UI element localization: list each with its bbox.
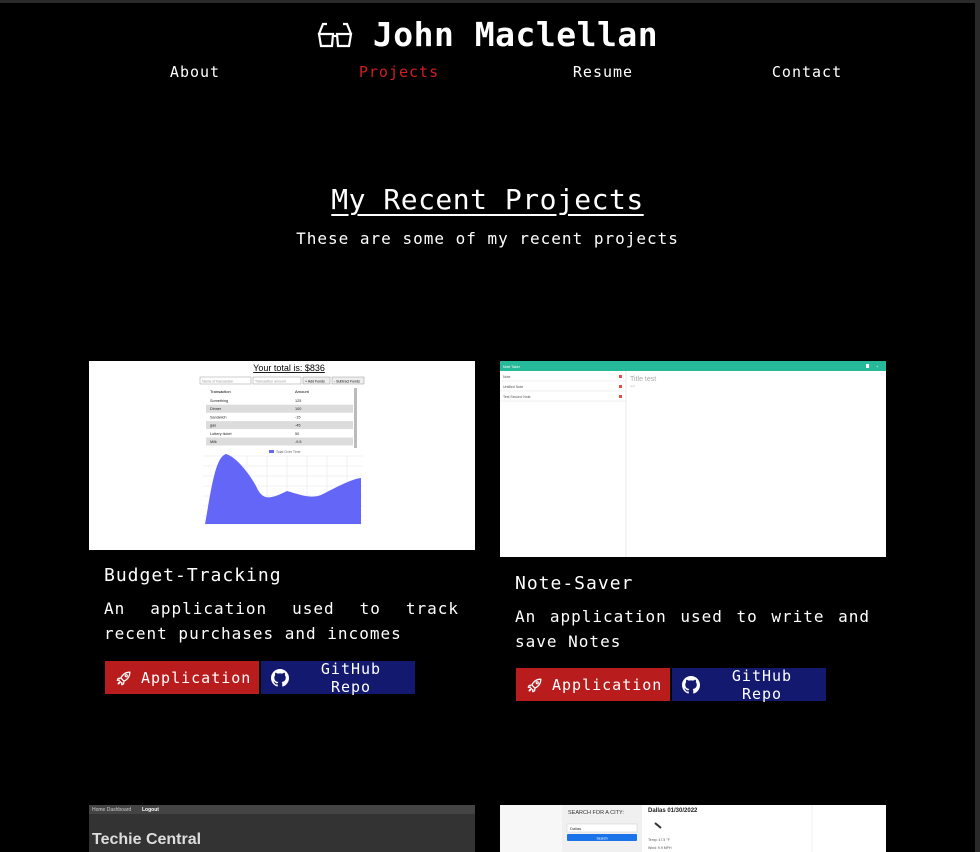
- weather-search-heading: SEARCH FOR A CITY:: [568, 810, 624, 816]
- note-text: text: [630, 384, 635, 388]
- note-list-item: Test Second Note: [503, 395, 531, 399]
- budget-table-header-amount: Amount: [295, 389, 310, 394]
- trash-icon: [619, 375, 622, 378]
- notes-app-preview: Note Taker + Note Untitled Note Test Sec…: [500, 361, 886, 557]
- scrollbar-track[interactable]: [975, 0, 980, 852]
- github-repo-button[interactable]: GitHub Repo: [672, 666, 826, 703]
- rocket-icon: [527, 678, 542, 692]
- weather-app-preview: SEARCH FOR A CITY: Dallas Search Dallas …: [500, 805, 886, 852]
- project-screenshot-notes[interactable]: Note Taker + Note Untitled Note Test Sec…: [500, 361, 886, 557]
- budget-row-transaction: Sandwich: [210, 415, 226, 419]
- nav-projects[interactable]: Projects: [359, 63, 439, 81]
- budget-total-heading: Your total is: $836: [253, 363, 325, 373]
- weather-city-input: Dallas: [570, 826, 581, 831]
- techie-heading: Techie Central: [92, 831, 201, 848]
- project-screenshot-techie[interactable]: Home Dashboard Logout Techie Central: [89, 805, 475, 852]
- nav-resume[interactable]: Resume: [573, 63, 633, 81]
- budget-table-header-transaction: Transaction: [210, 389, 231, 394]
- trash-icon: [619, 395, 622, 398]
- techie-app-preview: Home Dashboard Logout Techie Central: [89, 805, 475, 852]
- github-repo-button-label: GitHub Repo: [320, 659, 382, 696]
- rocket-icon: [116, 671, 131, 685]
- weather-wind: Wind: 9.9 MPH: [648, 846, 672, 850]
- note-list-item: Untitled Note: [503, 385, 523, 389]
- budget-row-amount: -15: [295, 415, 301, 419]
- project-title: Note-Saver: [515, 573, 634, 594]
- nav-about[interactable]: About: [170, 63, 220, 81]
- budget-row-bg: [206, 404, 353, 413]
- section-title: My Recent Projects: [331, 183, 644, 216]
- budget-row-amount: -9.5: [295, 440, 302, 444]
- budget-row-amount: -45: [295, 424, 301, 428]
- weather-search-button: Search: [596, 837, 607, 841]
- budget-subtract-button: - Subtract Funds: [334, 380, 360, 384]
- main-nav: About Projects Resume Contact: [0, 63, 980, 85]
- budget-amount-field: Transaction amount: [255, 380, 286, 384]
- budget-row-bg: [206, 421, 353, 430]
- notes-app-name: Note Taker: [503, 365, 521, 369]
- application-button-label: Application: [141, 668, 252, 687]
- budget-row-amount: 50: [295, 432, 299, 436]
- budget-row-transaction: Lottery ticket: [210, 432, 232, 436]
- budget-row-amount: 125: [295, 399, 301, 403]
- budget-row-transaction: Something: [210, 399, 228, 403]
- nav-contact[interactable]: Contact: [772, 63, 842, 81]
- github-icon: [271, 668, 289, 687]
- budget-row-amount: 100: [295, 407, 301, 411]
- site-title: John Maclellan: [372, 15, 659, 54]
- weather-temp: Temp: 47.5 °F: [648, 838, 670, 842]
- application-button[interactable]: Application: [516, 668, 670, 701]
- techie-nav: Home Dashboard: [92, 807, 131, 813]
- project-title: Budget-Tracking: [104, 565, 282, 586]
- budget-row-bg: [206, 437, 353, 446]
- project-description: An application used to track recent purc…: [104, 599, 459, 643]
- github-icon: [682, 675, 700, 694]
- note-title: Title test: [630, 376, 656, 383]
- project-screenshot-budget[interactable]: Your total is: $836 Name of transaction …: [89, 361, 475, 550]
- brand[interactable]: John Maclellan: [0, 15, 975, 54]
- budget-name-field: Name of transaction: [202, 380, 233, 384]
- weather-forecast-title: Dallas 01/30/2022: [648, 808, 698, 814]
- budget-add-button: + Add Funds: [305, 380, 325, 384]
- budget-row-transaction: gas: [210, 424, 216, 428]
- project-description: An application used to write and save No…: [515, 607, 870, 651]
- trash-icon: [619, 385, 622, 388]
- github-repo-button-label: GitHub Repo: [731, 666, 793, 703]
- glasses-icon: [317, 22, 353, 47]
- project-screenshot-weather[interactable]: SEARCH FOR A CITY: Dallas Search Dallas …: [500, 805, 886, 852]
- application-button[interactable]: Application: [105, 661, 259, 694]
- site-header: John Maclellan About Projects Resume Con…: [0, 0, 980, 100]
- github-repo-button[interactable]: GitHub Repo: [261, 659, 415, 696]
- budget-chart-legend: Total Over Time: [276, 450, 301, 454]
- application-button-label: Application: [552, 675, 663, 694]
- section-subtitle: These are some of my recent projects: [296, 229, 679, 248]
- budget-row-transaction: Dinner: [210, 407, 222, 411]
- note-list-item: Note: [503, 375, 510, 379]
- budget-app-preview: Your total is: $836 Name of transaction …: [89, 361, 475, 550]
- techie-nav-logout: Logout: [142, 807, 159, 813]
- budget-row-transaction: Milk: [210, 440, 217, 444]
